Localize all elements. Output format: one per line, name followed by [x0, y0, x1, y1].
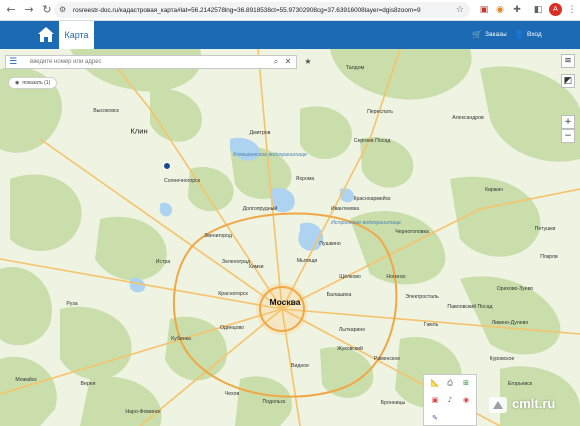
search-input[interactable]: [30, 59, 260, 65]
cart-icon: 🛒: [472, 30, 482, 39]
login-label: Вход: [526, 31, 542, 38]
map-label: Зеленоград: [221, 259, 251, 265]
map-label: Истра: [155, 259, 171, 265]
map-label: Дмитров: [249, 130, 271, 136]
map-label: Ногинск: [386, 274, 406, 280]
map-label: Чехов: [224, 391, 240, 397]
map-label: Егорьевск: [507, 381, 533, 387]
map-label: Балашиха: [326, 292, 352, 298]
map-label: Москва: [269, 297, 301, 307]
show-results-button[interactable]: ◉ показать (1): [8, 77, 58, 89]
map-label: Красногорск: [218, 291, 248, 297]
eye-icon: ◉: [15, 80, 20, 86]
map-label: Клин: [130, 126, 148, 136]
map-label: Орехово-Зуево: [496, 286, 534, 292]
map-label: Химки: [248, 264, 264, 270]
map-label: Раменское: [373, 356, 401, 362]
map-label: Сергиев Посад: [353, 138, 391, 144]
bookmark-star-icon[interactable]: ☆: [456, 5, 464, 15]
search-icon[interactable]: ⌕: [270, 56, 282, 68]
map-label: Долгопрудный: [242, 206, 278, 212]
map-label: Можайск: [15, 377, 37, 383]
close-icon[interactable]: ✕: [282, 56, 294, 68]
zoom-out-button[interactable]: −: [561, 129, 575, 143]
map-label: Киржач: [485, 187, 503, 193]
hamburger-menu-icon[interactable]: ☰: [6, 56, 20, 68]
search-bar: ☰ ⌕ ✕: [5, 55, 297, 69]
map-label: Щёлково: [339, 274, 361, 280]
map-label: Лыткарино: [338, 327, 366, 333]
pen-icon[interactable]: ✎: [430, 413, 440, 423]
browser-toolbar: ← → ↻ ⚙ rosreestr-doc.ru/кадастровая_кар…: [0, 0, 580, 21]
map-label: Наро-Фоминск: [125, 409, 161, 415]
watermark-icon: [489, 397, 507, 413]
zoom-in-button[interactable]: +: [561, 115, 575, 129]
extension-icon[interactable]: ▣: [478, 4, 490, 16]
profile-avatar[interactable]: A: [549, 3, 562, 16]
map-label: Бронницы: [380, 400, 406, 406]
map-graphics: [0, 49, 580, 426]
reload-icon[interactable]: ↻: [40, 3, 54, 17]
map-label: Высоковск: [93, 108, 119, 114]
map-label: Электросталь: [405, 294, 439, 300]
map-type-icon[interactable]: ◩: [561, 74, 575, 88]
menu-dots-icon[interactable]: ⋮: [566, 4, 578, 16]
map-label: Куровское: [489, 356, 515, 362]
show-results-label: показать (1): [22, 80, 51, 86]
side-panel-icon[interactable]: ◧: [532, 4, 544, 16]
layers-tool-icon[interactable]: ⊞: [461, 378, 471, 388]
ruler-icon[interactable]: 📐: [430, 378, 440, 388]
map-tools-panel: 📐 ⎙ ⊞ ▣ ♪ ◉ ✎: [423, 374, 477, 426]
tab-map[interactable]: Карта: [59, 21, 94, 49]
home-icon[interactable]: [37, 26, 55, 43]
map-label: Истринское водохранилище: [331, 220, 401, 226]
print-icon[interactable]: ⎙: [445, 378, 455, 388]
map-label: Кубинка: [171, 336, 191, 342]
login-link[interactable]: 👤 Вход: [514, 21, 542, 49]
user-icon: 👤: [514, 30, 524, 39]
url-text[interactable]: rosreestr-doc.ru/кадастровая_карта#lat=5…: [73, 7, 453, 14]
map-label: Пушкино: [319, 241, 341, 247]
orders-link[interactable]: 🛒 Заказы: [472, 21, 507, 49]
site-info-icon[interactable]: ⚙: [59, 5, 69, 15]
extensions-puzzle-icon[interactable]: ✚: [511, 4, 523, 16]
map-label: Руза: [66, 301, 78, 307]
watermark-text: cmlt.ru: [512, 396, 556, 411]
map-label: Гжель: [423, 322, 439, 328]
extension-icon[interactable]: ◉: [494, 4, 506, 16]
map-label: Черноголовка: [395, 229, 429, 235]
map-label: Переслать: [367, 109, 393, 115]
map-label: Петушки: [534, 226, 556, 232]
area-tool-icon[interactable]: ▣: [430, 395, 440, 405]
map-label: Звенигород: [204, 233, 232, 239]
map-label: Верея: [80, 381, 96, 387]
map-label: Яхрома: [295, 176, 315, 182]
map-label: Мытищи: [296, 258, 318, 264]
address-bar[interactable]: ⚙ rosreestr-doc.ru/кадастровая_карта#lat…: [54, 2, 470, 18]
watermark-logo: cmlt.ru: [487, 389, 577, 421]
layers-icon[interactable]: ≋: [561, 54, 575, 68]
map-label: Ивантеевка: [330, 206, 360, 212]
favorites-star-icon[interactable]: ★: [302, 55, 314, 69]
map-label: Талдом: [345, 65, 365, 71]
map-label: Павловский Посад: [447, 304, 493, 310]
location-marker: [163, 162, 171, 170]
map-label: Красноармейск: [353, 196, 391, 202]
map-label: Одинцово: [219, 325, 245, 331]
map-canvas[interactable]: Клин Солнечногорск Дмитров Сергиев Посад…: [0, 49, 580, 426]
map-label: Клязьминское водохранилище: [233, 152, 307, 158]
map-label: Солнечногорск: [164, 178, 200, 184]
map-label: Подольск: [262, 399, 286, 405]
map-label: Видное: [290, 363, 310, 369]
forward-icon[interactable]: →: [22, 3, 36, 17]
map-label: Жуковский: [337, 346, 363, 352]
map-label: Покров: [540, 254, 558, 260]
back-icon[interactable]: ←: [4, 3, 18, 17]
map-label: Александров: [452, 115, 484, 121]
sound-icon[interactable]: ♪: [445, 395, 455, 405]
map-label: Ликино-Дулево: [491, 320, 529, 326]
orders-label: Заказы: [484, 31, 507, 38]
record-icon[interactable]: ◉: [461, 395, 471, 405]
